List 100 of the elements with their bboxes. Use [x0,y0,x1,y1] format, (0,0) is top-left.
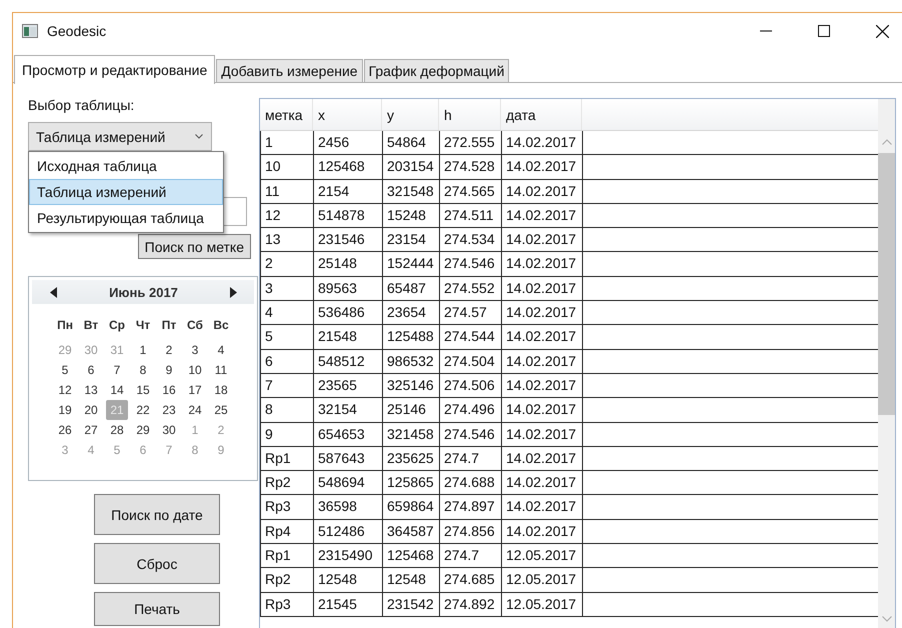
table-cell: 14.02.2017 [501,398,582,422]
calendar-day[interactable]: 24 [184,400,206,420]
table-cell: 274.534 [439,228,501,252]
table-cell: 3 [260,276,313,300]
previous-month-icon[interactable] [50,286,57,298]
table-cell: Rp3 [260,592,313,616]
table-cell: 548694 [313,471,382,494]
tab[interactable]: График деформаций [364,59,510,83]
calendar-day[interactable]: 20 [80,400,102,420]
column-header[interactable]: y [382,99,439,130]
table-cell: 274.506 [439,374,501,398]
calendar-day[interactable]: 18 [210,380,232,400]
table-cell: 23565 [313,374,382,398]
calendar-day[interactable]: 27 [80,420,102,440]
table-cell: 231546 [313,228,382,252]
calendar-day[interactable]: 28 [106,420,128,440]
tab[interactable]: Просмотр и редактирование [14,55,216,84]
calendar-day[interactable]: 1 [132,340,154,360]
table-cell: Rp3 [260,495,313,519]
table-cell: 321458 [382,422,439,446]
calendar-day[interactable]: 5 [54,360,76,380]
table-cell: 125865 [382,471,439,494]
table-cell: 654653 [313,422,382,446]
calendar-day[interactable]: 10 [184,360,206,380]
table-cell: Rp2 [260,471,313,494]
table-cell: 152444 [382,252,439,276]
action-button[interactable]: Сброс [94,543,220,584]
calendar-day[interactable]: 19 [54,400,76,420]
table-cell: 14.02.2017 [501,204,582,228]
weekday-label: Пн [56,318,74,334]
weekday-label: Ср [108,318,126,334]
table-cell: 21545 [313,592,382,616]
calendar-day[interactable]: 11 [210,360,232,380]
dropdown-option[interactable]: Таблица измерений [29,179,223,205]
calendar-day[interactable]: 4 [210,340,232,360]
vertical-scrollbar[interactable] [878,99,895,628]
column-header[interactable]: метка [260,99,313,130]
column-header[interactable]: дата [501,99,582,130]
table-cell: 54864 [382,131,439,154]
table-cell: 659864 [382,495,439,519]
calendar-day[interactable]: 14 [106,380,128,400]
maximize-icon[interactable] [818,25,830,37]
next-month-icon[interactable] [230,286,237,298]
table-cell: 274.511 [439,204,501,228]
dropdown-option[interactable]: Исходная таблица [29,153,223,179]
table-cell: 14.02.2017 [501,252,582,276]
chevron-down-icon [195,134,203,139]
calendar-day[interactable]: 7 [106,360,128,380]
table-cell: 274.504 [439,350,501,373]
table-cell: 536486 [313,301,382,324]
window-title: Geodesic [47,23,106,39]
table-cell: 514878 [313,204,382,228]
calendar-day[interactable]: 23 [158,400,180,420]
column-header[interactable]: x [313,99,382,130]
calendar-day[interactable]: 17 [184,380,206,400]
calendar-day[interactable]: 15 [132,380,154,400]
table-cell: 14.02.2017 [501,471,582,494]
close-icon[interactable] [876,24,889,38]
calendar-day[interactable]: 16 [158,380,180,400]
table-cell: 325146 [382,374,439,398]
action-button[interactable]: Печать [94,592,220,626]
table-cell: 21548 [313,325,382,349]
calendar-day[interactable]: 9 [158,360,180,380]
table-cell: 25146 [382,398,439,422]
table-cell: 274.685 [439,568,501,592]
table-cell: 274.688 [439,471,501,494]
table-cell: 235625 [382,446,439,470]
table-cell: Rp4 [260,520,313,544]
action-button[interactable]: Поиск по дате [94,494,220,535]
table-cell: 274.552 [439,276,501,300]
tab[interactable]: Добавить измерение [216,59,363,83]
column-header[interactable]: h [439,99,501,130]
table-cell: 12 [260,204,313,228]
scrollbar-thumb[interactable] [878,153,895,415]
month-label[interactable]: Июнь 2017 [109,284,178,300]
calendar-day[interactable]: 3 [184,340,206,360]
calendar-day[interactable]: 25 [210,400,232,420]
calendar-day[interactable]: 30 [158,420,180,440]
table-cell: 65487 [382,276,439,300]
calendar-day[interactable]: 6 [80,360,102,380]
table-cell: 2 [260,252,313,276]
calendar-day[interactable]: 26 [54,420,76,440]
calendar-day[interactable]: 22 [132,400,154,420]
table-cell: 14.02.2017 [501,131,582,154]
table-cell: 274.856 [439,520,501,544]
search-by-mark-button[interactable]: Поиск по метке [138,234,251,259]
table-cell: 274.496 [439,398,501,422]
table-cell: 364587 [382,520,439,544]
calendar-day[interactable]: 29 [132,420,154,440]
calendar-day[interactable]: 12 [54,380,76,400]
calendar-day[interactable]: 2 [158,340,180,360]
table-dropdown[interactable]: Таблица измерений [28,122,212,151]
table-cell: 274.7 [439,544,501,568]
calendar-day[interactable]: 8 [132,360,154,380]
weekday-label: Сб [186,318,204,334]
dropdown-option[interactable]: Результирующая таблица [29,205,223,231]
table-cell: 14.02.2017 [501,422,582,446]
weekday-label: Вс [212,318,230,334]
calendar-day[interactable]: 13 [80,380,102,400]
table-cell: 14.02.2017 [501,520,582,544]
